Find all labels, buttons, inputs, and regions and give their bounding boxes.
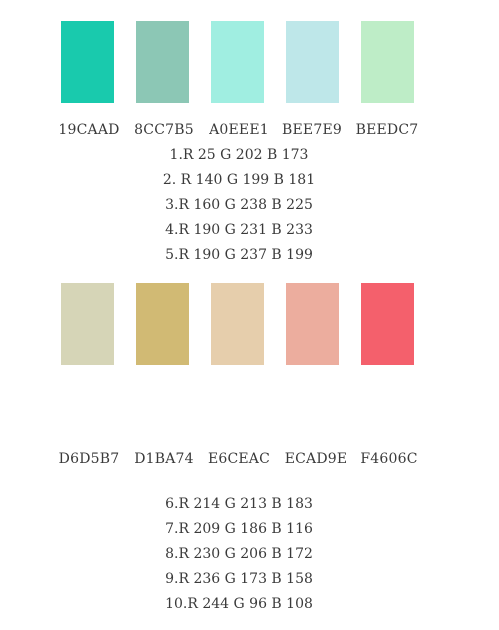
rgb-line: 3.R 160 G 238 B 225 bbox=[165, 197, 313, 213]
hex-label: A0EEE1 bbox=[209, 122, 269, 138]
swatch-bee7e9 bbox=[286, 21, 339, 103]
hex-label: E6CEAC bbox=[207, 451, 271, 467]
rgb-line: 1.R 25 G 202 B 173 bbox=[169, 147, 309, 163]
hex-label: 8CC7B5 bbox=[134, 122, 194, 138]
rgb-line: 7.R 209 G 186 B 116 bbox=[165, 521, 313, 537]
swatch-f4606c bbox=[361, 283, 414, 365]
swatch-e6ceac bbox=[211, 283, 264, 365]
hex-label: D1BA74 bbox=[134, 451, 194, 467]
swatch-beedc7 bbox=[361, 21, 414, 103]
hex-label: BEEDC7 bbox=[355, 122, 419, 138]
hex-label: BEE7E9 bbox=[282, 122, 342, 138]
swatch-19caad bbox=[61, 21, 114, 103]
swatch-d1ba74 bbox=[136, 283, 189, 365]
rgb-line: 4.R 190 G 231 B 233 bbox=[165, 222, 313, 238]
rgb-line: 6.R 214 G 213 B 183 bbox=[165, 496, 313, 512]
hex-label: F4606C bbox=[360, 451, 418, 467]
hex-label: 19CAAD bbox=[58, 122, 120, 138]
rgb-line: 9.R 236 G 173 B 158 bbox=[165, 571, 313, 587]
rgb-line: 8.R 230 G 206 B 172 bbox=[165, 546, 313, 562]
hex-label: D6D5B7 bbox=[58, 451, 120, 467]
swatch-d6d5b7 bbox=[61, 283, 114, 365]
swatch-ecad9e bbox=[286, 283, 339, 365]
rgb-line: 10.R 244 G 96 B 108 bbox=[165, 596, 313, 612]
swatch-a0eee1 bbox=[211, 21, 264, 103]
hex-label: ECAD9E bbox=[284, 451, 348, 467]
swatch-8cc7b5 bbox=[136, 21, 189, 103]
rgb-line: 5.R 190 G 237 B 199 bbox=[165, 247, 313, 263]
rgb-line: 2. R 140 G 199 B 181 bbox=[162, 172, 316, 188]
